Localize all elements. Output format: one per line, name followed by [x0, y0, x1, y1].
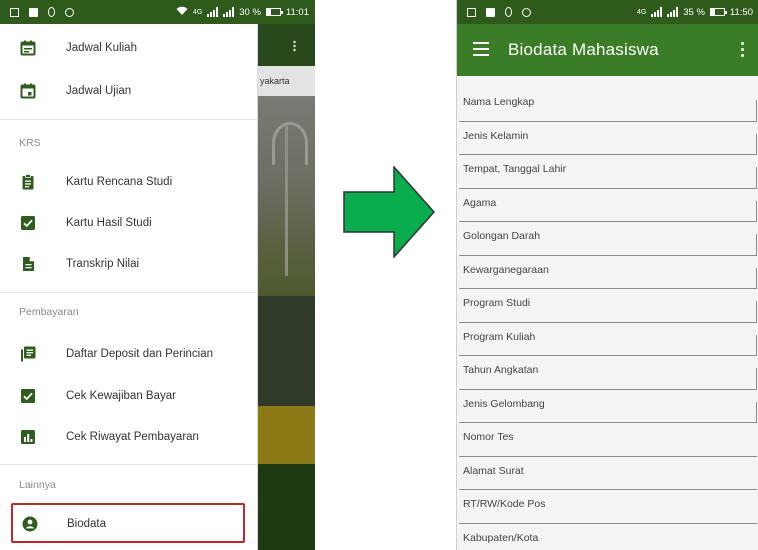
- field-label: Nomor Tes: [463, 431, 514, 443]
- network-type-label: 4G: [636, 8, 647, 16]
- field-jenis-kelamin[interactable]: Jenis Kelamin: [457, 122, 758, 155]
- drawer-item-kartu-hasil-studi[interactable]: Kartu Hasil Studi: [0, 203, 258, 243]
- field-label: Nama Lengkap: [463, 96, 535, 108]
- drawer-item-daftar-deposit[interactable]: Daftar Deposit dan Perincian: [0, 334, 258, 374]
- drawer-item-transkrip-nilai[interactable]: Transkrip Nilai: [0, 244, 258, 284]
- location-notification-icon: [48, 7, 55, 17]
- location-notification-icon: [505, 7, 512, 17]
- background-overflow-icon: [293, 40, 296, 52]
- field-label: Program Kuliah: [463, 330, 536, 343]
- checkbox-icon: [21, 389, 35, 403]
- field-kewarganegaraan[interactable]: Kewarganegaraan: [457, 256, 758, 289]
- left-status-bar: 4G 30 % 11:01: [0, 0, 315, 24]
- drawer-item-cek-riwayat-pembayaran[interactable]: Cek Riwayat Pembayaran: [0, 417, 258, 457]
- field-program-kuliah[interactable]: Program Kuliah: [457, 323, 758, 356]
- battery-percent: 30 %: [239, 6, 261, 18]
- signal-2-icon: [223, 7, 235, 17]
- calendar-day-icon: [20, 83, 36, 99]
- field-golongan-darah[interactable]: Golongan Darah: [457, 222, 758, 256]
- page-title: Biodata Mahasiswa: [508, 40, 659, 59]
- right-arrow-icon: [343, 166, 436, 258]
- drawer-item-cek-kewajiban-bayar[interactable]: Cek Kewajiban Bayar: [0, 376, 258, 416]
- field-label: Kewarganegaraan: [463, 263, 549, 276]
- field-label: Golongan Darah: [463, 230, 541, 242]
- field-label: Program Studi: [463, 297, 531, 309]
- drawer-item-label: Jadwal Kuliah: [66, 42, 137, 54]
- document-icon: [23, 257, 34, 271]
- drawer-item-jadwal-kuliah[interactable]: Jadwal Kuliah: [0, 28, 258, 68]
- drawer-divider: [0, 464, 258, 465]
- biodata-highlight-box: [11, 503, 245, 543]
- message-notification-icon: [486, 7, 495, 17]
- field-label: Kabupaten/Kota: [463, 531, 539, 544]
- background-footer: [258, 464, 315, 550]
- battery-icon: [709, 8, 727, 16]
- background-content: [258, 296, 315, 406]
- field-alamat-surat[interactable]: Alamat Surat: [457, 457, 758, 490]
- app-notification-icon: [65, 7, 74, 17]
- field-label: Alamat Surat: [463, 464, 524, 477]
- signal-2-icon: [667, 7, 679, 17]
- background-banner: [258, 406, 315, 464]
- network-type-label: 4G: [192, 8, 203, 16]
- background-app-scrim[interactable]: yakarta: [258, 24, 315, 550]
- drawer-item-label: Transkrip Nilai: [66, 258, 140, 270]
- drawer-item-label: Cek Riwayat Pembayaran: [66, 431, 199, 443]
- drawer-item-label: Daftar Deposit dan Perincian: [66, 348, 214, 360]
- drawer-item-label: Jadwal Ujian: [66, 85, 132, 97]
- field-label: Jenis Kelamin: [463, 129, 529, 142]
- field-label: RT/RW/Kode Pos: [463, 498, 546, 510]
- biodata-form: Nama Lengkap Jenis Kelamin Tempat, Tangg…: [457, 88, 758, 550]
- message-notification-icon: [29, 7, 38, 17]
- background-toolbar: [258, 24, 315, 66]
- drawer-section-pembayaran: Pembayaran: [19, 306, 79, 318]
- field-agama[interactable]: Agama: [457, 189, 758, 222]
- background-campus-photo: [258, 96, 315, 296]
- right-status-bar: 4G 35 % 11:50: [457, 0, 758, 24]
- field-nama-lengkap[interactable]: Nama Lengkap: [457, 88, 758, 122]
- field-rt-rw-kode-pos[interactable]: RT/RW/Kode Pos: [457, 490, 758, 524]
- drawer-item-kartu-rencana-studi[interactable]: Kartu Rencana Studi: [0, 162, 258, 202]
- drawer-section-krs: KRS: [19, 137, 41, 149]
- field-tahun-angkatan[interactable]: Tahun Angkatan: [457, 356, 758, 390]
- clipboard-icon: [22, 174, 34, 190]
- field-label: Jenis Gelombang: [463, 397, 545, 410]
- drawer-item-jadwal-ujian[interactable]: Jadwal Ujian: [0, 71, 258, 111]
- status-time: 11:01: [285, 6, 309, 18]
- bar-chart-icon: [21, 430, 35, 444]
- drawer-divider: [0, 292, 258, 293]
- field-tempat-tanggal-lahir[interactable]: Tempat, Tanggal Lahir: [457, 155, 758, 189]
- field-jenis-gelombang[interactable]: Jenis Gelombang: [457, 390, 758, 423]
- overflow-menu-icon[interactable]: [741, 42, 745, 58]
- field-nomor-tes[interactable]: Nomor Tes: [457, 423, 758, 457]
- field-label: Agama: [463, 196, 497, 209]
- signal-icon: [207, 7, 219, 17]
- navigation-drawer: Jadwal Kuliah Jadwal Ujian KRS Kartu Ren…: [0, 24, 258, 550]
- calendar-icon: [20, 40, 36, 56]
- field-program-studi[interactable]: Program Studi: [457, 289, 758, 323]
- battery-percent: 35 %: [683, 6, 705, 18]
- battery-icon: [265, 8, 283, 16]
- drawer-section-lainnya: Lainnya: [19, 479, 56, 491]
- drawer-item-label: Kartu Hasil Studi: [66, 217, 152, 229]
- hamburger-menu-icon[interactable]: [473, 42, 489, 56]
- signal-icon: [651, 7, 663, 17]
- drawer-item-label: Kartu Rencana Studi: [66, 176, 173, 188]
- screenshot-notification-icon: [467, 7, 476, 17]
- field-label: Tahun Angkatan: [463, 364, 539, 376]
- screenshot-notification-icon: [10, 7, 19, 17]
- status-time: 11:50: [729, 6, 753, 18]
- left-phone-screen: 4G 30 % 11:01 yakarta Jadwal Kuliah Jadw…: [0, 0, 315, 550]
- drawer-item-label: Cek Kewajiban Bayar: [66, 390, 176, 402]
- background-tab: yakarta: [258, 66, 315, 96]
- checkbox-icon: [21, 216, 35, 230]
- field-kabupaten-kota[interactable]: Kabupaten/Kota: [457, 524, 758, 550]
- list-icon: [21, 346, 36, 362]
- field-label: Tempat, Tanggal Lahir: [463, 163, 567, 175]
- drawer-divider: [0, 119, 258, 120]
- app-notification-icon: [522, 7, 531, 17]
- app-bar: Biodata Mahasiswa: [457, 24, 758, 76]
- right-phone-screen: 4G 35 % 11:50 Biodata Mahasiswa Nama Len…: [456, 0, 758, 550]
- wifi-icon: [176, 6, 188, 19]
